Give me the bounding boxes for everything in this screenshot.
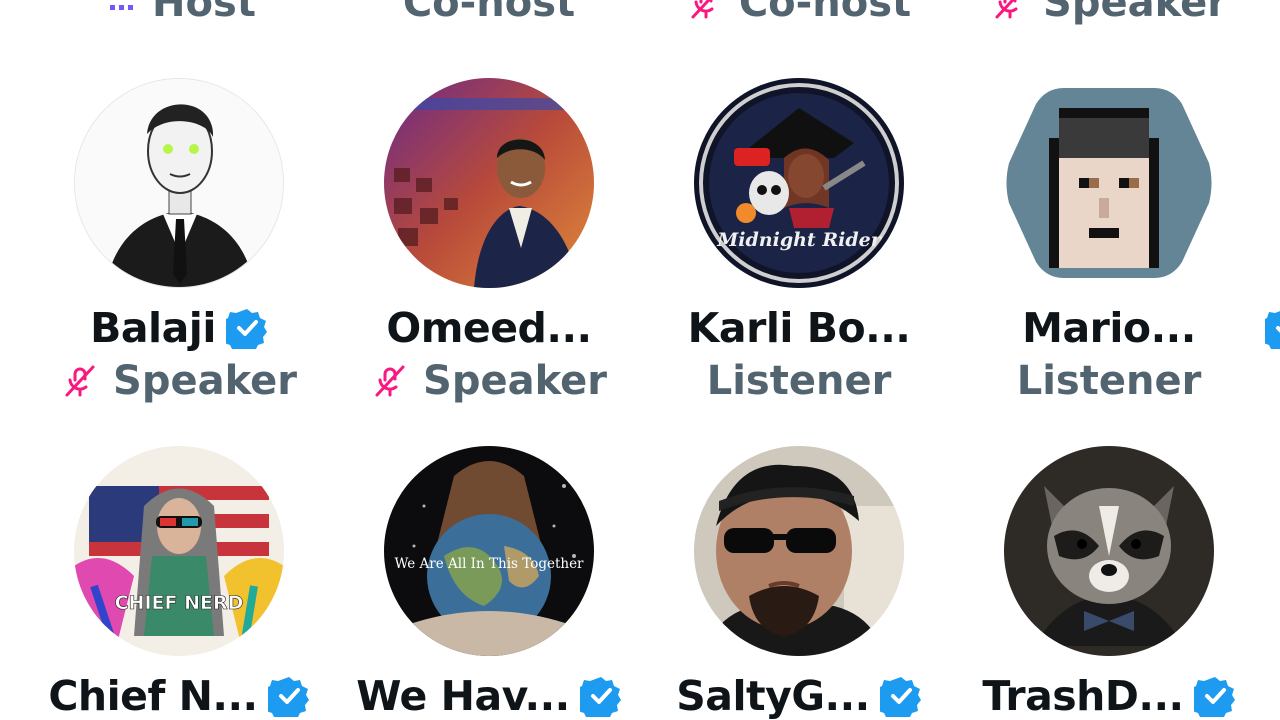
participants-row-2: CHIEF NERD Chief N... We Are All In This…	[0, 446, 1280, 720]
participant-role: Co-host	[738, 0, 912, 26]
role-line: Co-host	[649, 0, 949, 28]
participant-role: Listener	[706, 358, 892, 404]
name-line: Karli Bo...	[649, 300, 949, 356]
name-line: Balaji	[29, 300, 329, 356]
participant-name: Omeed...	[386, 304, 592, 352]
avatar: CHIEF NERD	[74, 446, 284, 656]
name-line: Omeed...	[339, 300, 639, 356]
participant-role: Listener	[1016, 358, 1202, 404]
participant-cohost-2[interactable]: Co-host	[644, 0, 954, 38]
participant-role: Speaker	[1043, 0, 1227, 26]
avatar: Midnight Rider	[694, 78, 904, 288]
role-line: Host	[29, 0, 329, 28]
role-line: Listener	[649, 356, 949, 406]
avatar-caption: We Are All In This Together	[394, 556, 584, 572]
participant-role: Co-host	[402, 0, 576, 26]
participants-row-1: Balaji Speaker Omeed... Speaker Midnight…	[0, 78, 1280, 408]
participant-name: Karli Bo...	[687, 304, 911, 352]
participant-trashd[interactable]: TrashD...	[954, 446, 1264, 720]
avatar-caption: CHIEF NERD	[115, 592, 244, 614]
avatar	[74, 78, 284, 288]
role-line: Speaker	[339, 356, 639, 406]
mic-muted-icon	[687, 0, 725, 22]
participant-mario[interactable]: Mario... Listener	[954, 78, 1280, 408]
name-line: Chief N...	[29, 668, 329, 720]
verified-badge-icon	[1193, 675, 1236, 717]
participant-host[interactable]: Host	[24, 0, 334, 38]
host-icon	[102, 0, 138, 21]
participant-saltyg[interactable]: SaltyG...	[644, 446, 954, 720]
avatar	[694, 446, 904, 656]
participant-role: Host	[152, 0, 256, 26]
verified-badge-icon	[267, 675, 310, 717]
participant-karli[interactable]: Midnight Rider Karli Bo... Listener	[644, 78, 954, 408]
name-line: SaltyG...	[649, 668, 949, 720]
role-line: Speaker	[959, 0, 1259, 28]
participant-speaker-top[interactable]: Speaker	[954, 0, 1264, 38]
mic-muted-icon	[371, 362, 409, 400]
verified-badge-icon	[1265, 307, 1280, 349]
verified-badge-icon	[879, 675, 922, 717]
participant-name: SaltyG...	[676, 672, 870, 720]
name-line: TrashD...	[959, 668, 1259, 720]
participant-name: Mario...	[1022, 304, 1196, 352]
participant-name: We Hav...	[356, 672, 570, 720]
participant-cohost-1[interactable]: Co-host	[334, 0, 644, 38]
participant-we-have[interactable]: We Are All In This Together We Hav...	[334, 446, 644, 720]
space-participants-panel: Host Co-host Co-host Speaker Balaji Spea…	[0, 0, 1280, 720]
role-line: Speaker	[29, 356, 329, 406]
participant-balaji[interactable]: Balaji Speaker	[24, 78, 334, 408]
participant-role: Speaker	[113, 358, 297, 404]
participant-name: TrashD...	[982, 672, 1184, 720]
avatar-caption: Midnight Rider	[716, 229, 882, 251]
participant-name: Chief N...	[48, 672, 258, 720]
role-line: Co-host	[339, 0, 639, 28]
participant-role: Speaker	[423, 358, 607, 404]
name-line: Mario...	[959, 300, 1280, 356]
verified-badge-icon	[579, 675, 622, 717]
verified-badge-icon	[225, 307, 268, 349]
participant-name: Balaji	[90, 304, 216, 352]
avatar	[384, 78, 594, 288]
avatar	[1004, 446, 1214, 656]
avatar: We Are All In This Together	[384, 446, 594, 656]
mic-muted-icon	[61, 362, 99, 400]
role-line: Listener	[959, 356, 1259, 406]
participant-omeed[interactable]: Omeed... Speaker	[334, 78, 644, 408]
avatar	[1004, 78, 1214, 288]
name-line: We Hav...	[339, 668, 639, 720]
participant-chief-nerd[interactable]: CHIEF NERD Chief N...	[24, 446, 334, 720]
participants-row-top: Host Co-host Co-host Speaker	[0, 0, 1280, 38]
mic-muted-icon	[991, 0, 1029, 22]
